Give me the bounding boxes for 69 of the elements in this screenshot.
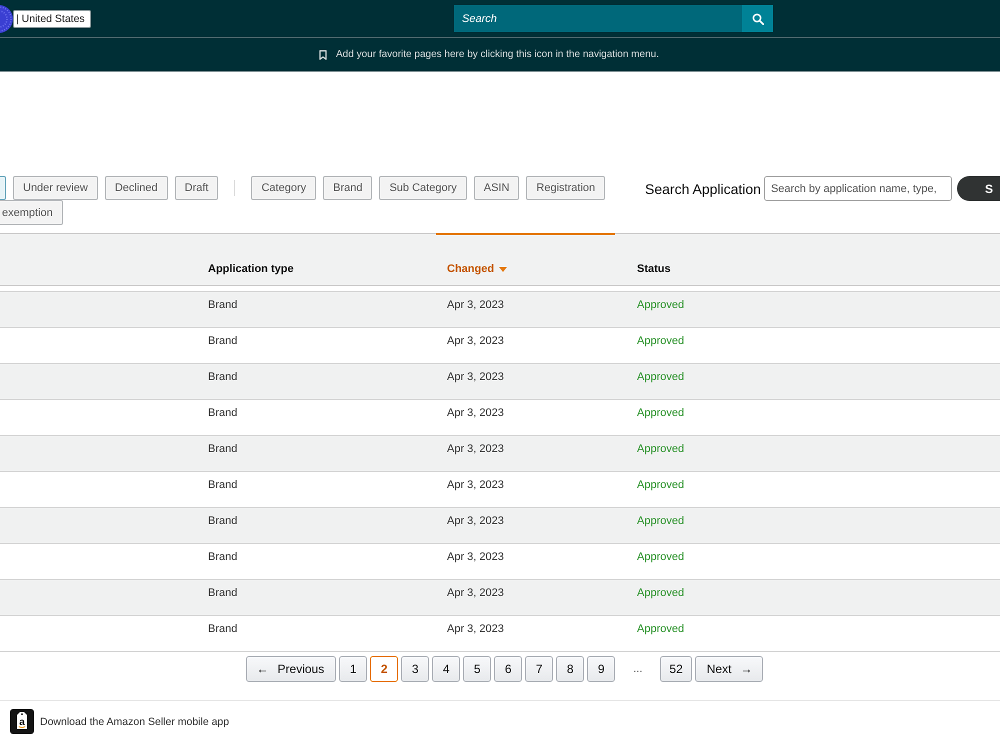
- page-button[interactable]: 5: [463, 656, 492, 682]
- table-cell: Apr 3, 2023: [447, 623, 504, 636]
- filter-button[interactable]: Brand: [323, 176, 372, 200]
- table-cell: Apr 3, 2023: [447, 299, 504, 312]
- status-cell: Approved: [637, 479, 684, 492]
- filter-button[interactable]: Category: [251, 176, 316, 200]
- status-cell: Approved: [637, 515, 684, 528]
- search-field[interactable]: Search: [454, 5, 742, 32]
- search-application-field[interactable]: Search by application name, type,: [764, 176, 952, 201]
- app-icon: a: [10, 709, 34, 734]
- favorites-hint: Add your favorite pages here by clicking this icon in the navigation menu.: [336, 49, 659, 60]
- search-application-button[interactable]: S: [956, 176, 1000, 201]
- pagination-ellipsis: ...: [633, 663, 642, 675]
- sort-caret-icon: [499, 267, 508, 272]
- marketplace-label[interactable]: | United States: [13, 10, 91, 28]
- table-cell: Brand: [208, 551, 238, 564]
- download-app-link[interactable]: Download the Amazon Seller mobile app: [40, 716, 230, 728]
- table-cell: Brand: [208, 479, 238, 492]
- status-cell: Approved: [637, 335, 684, 348]
- table-cell: Apr 3, 2023: [447, 551, 504, 564]
- column-header[interactable]: Changed: [447, 263, 508, 276]
- status-cell: Approved: [637, 443, 684, 456]
- status-cell: Approved: [637, 371, 684, 384]
- filter-button[interactable]: Draft: [174, 176, 218, 200]
- next-button[interactable]: Next →: [694, 656, 764, 682]
- status-cell: Approved: [637, 551, 684, 564]
- page-button[interactable]: 6: [494, 656, 522, 682]
- table-cell: Brand: [208, 623, 238, 636]
- status-cell: Approved: [637, 587, 684, 600]
- filter-button[interactable]: Declined: [104, 176, 168, 200]
- status-cell: Approved: [637, 623, 684, 636]
- filter-button[interactable]: exemption: [0, 200, 63, 225]
- page-button[interactable]: 7: [525, 656, 554, 682]
- page-button[interactable]: 1: [339, 656, 368, 682]
- column-header[interactable]: Status: [637, 263, 671, 276]
- table-cell: Brand: [208, 299, 238, 312]
- dotted-circle-icon: [0, 2, 13, 34]
- table-cell: Brand: [208, 335, 238, 348]
- page-button[interactable]: 4: [432, 656, 460, 682]
- table-cell: Brand: [208, 587, 238, 600]
- status-cell: Approved: [637, 407, 684, 420]
- filter-button[interactable]: [0, 176, 6, 200]
- search-icon: [752, 12, 764, 24]
- page-button[interactable]: 3: [401, 656, 430, 682]
- table-cell: Brand: [208, 371, 238, 384]
- bookmark-icon: [319, 50, 328, 60]
- page-button[interactable]: 2: [370, 656, 398, 682]
- search-application-label: Search Application: [645, 180, 761, 196]
- search-button[interactable]: [742, 5, 773, 32]
- table-cell: Brand: [208, 407, 238, 420]
- page-button[interactable]: 8: [556, 656, 584, 682]
- table-cell: Apr 3, 2023: [447, 515, 504, 528]
- table-cell: Apr 3, 2023: [447, 335, 504, 348]
- filter-button[interactable]: ASIN: [474, 176, 520, 200]
- table-cell: Apr 3, 2023: [447, 479, 504, 492]
- table-cell: Brand: [208, 515, 238, 528]
- table-cell: Apr 3, 2023: [447, 587, 504, 600]
- previous-button[interactable]: ← Previous: [246, 656, 336, 682]
- status-cell: Approved: [637, 299, 684, 312]
- page-button[interactable]: 52: [660, 656, 692, 682]
- table-cell: Apr 3, 2023: [447, 371, 504, 384]
- table-cell: Brand: [208, 443, 238, 456]
- table-cell: Apr 3, 2023: [447, 443, 504, 456]
- page-button[interactable]: 9: [587, 656, 616, 682]
- column-header[interactable]: Application type: [208, 263, 294, 276]
- filter-button[interactable]: Under review: [13, 176, 98, 200]
- table-cell: Apr 3, 2023: [447, 407, 504, 420]
- filter-button[interactable]: Registration: [526, 176, 606, 200]
- filter-button[interactable]: Sub Category: [379, 176, 467, 200]
